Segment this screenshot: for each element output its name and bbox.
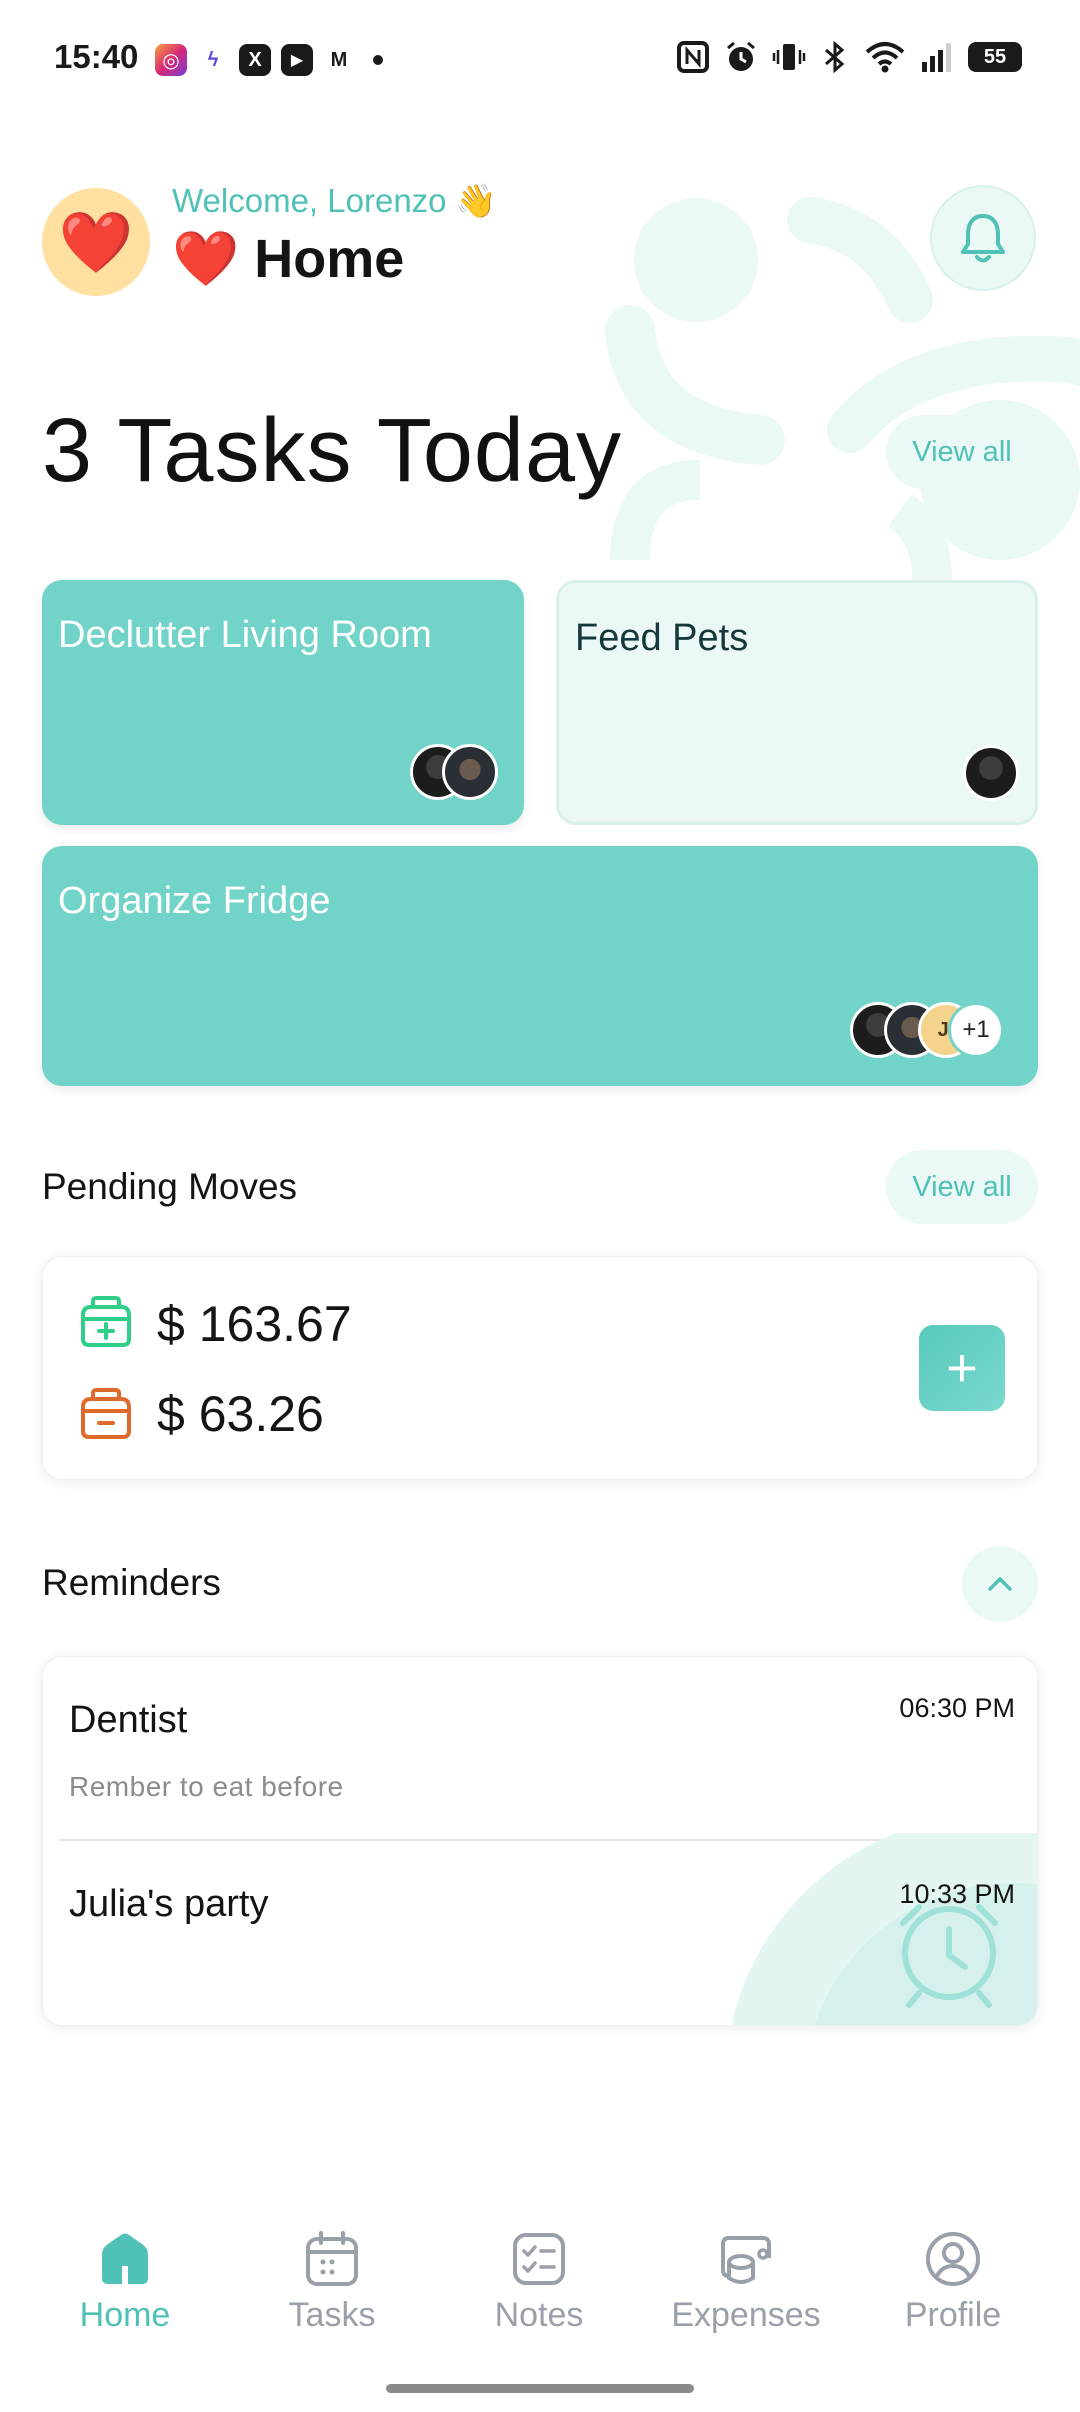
assignee-avatar (442, 744, 498, 800)
task-card[interactable]: Feed Pets (556, 580, 1038, 825)
reminders-panel: Dentist 06:30 PM Rember to eat before Ju… (42, 1656, 1038, 2026)
wifi-icon (865, 42, 905, 73)
expense-amount: $ 63.26 (157, 1386, 324, 1442)
bluetooth-icon (825, 40, 845, 74)
page-title: ❤️ Home (172, 229, 405, 289)
more-dot-icon (373, 55, 383, 65)
income-amount: $ 163.67 (157, 1296, 352, 1352)
add-move-button[interactable]: + (919, 1325, 1005, 1411)
more-assignees-badge: +1 (948, 1002, 1004, 1058)
nav-label: Notes (494, 2296, 584, 2334)
messenger-icon: ϟ (197, 44, 229, 76)
gmail-icon: M (323, 44, 355, 76)
avatar[interactable]: ❤️ (42, 188, 150, 296)
task-card[interactable]: Declutter Living Room (42, 580, 524, 825)
tasks-heading: 3 Tasks Today (42, 401, 623, 501)
x-icon: X (239, 44, 271, 76)
nav-home[interactable]: Home (35, 2230, 215, 2335)
nav-label: Home (79, 2296, 171, 2334)
youtube-icon: ▶ (281, 44, 313, 76)
tasks-view-all-button[interactable]: View all (886, 415, 1038, 489)
nav-label: Profile (904, 2296, 1002, 2334)
reminders-collapse-button[interactable] (962, 1546, 1038, 1622)
reminder-time: 10:33 PM (899, 1879, 1015, 1909)
pending-moves-view-all-button[interactable]: View all (886, 1150, 1038, 1224)
chevron-up-icon (988, 1577, 1012, 1591)
signal-icon (922, 43, 951, 72)
battery-indicator: 55 (968, 42, 1022, 72)
task-card[interactable]: Organize Fridge JI +1 (42, 846, 1038, 1086)
alarm-icon (727, 41, 755, 71)
status-time: 15:40 (54, 38, 139, 75)
status-app-icons: ◎ ϟ X ▶ M (155, 44, 383, 76)
nav-profile[interactable]: Profile (863, 2230, 1043, 2335)
income-box-icon (81, 1296, 131, 1347)
task-title: Organize Fridge (58, 880, 331, 922)
reminder-title: Dentist (69, 1699, 188, 1741)
reminder-item[interactable]: Dentist 06:30 PM Rember to eat before (43, 1657, 1037, 1839)
reminder-item[interactable]: Julia's party 10:33 PM (43, 1841, 1037, 2025)
reminder-note: Rember to eat before (69, 1771, 344, 1802)
pending-moves-panel: $ 163.67 $ 63.26 + (42, 1256, 1038, 1480)
nav-label: Expenses (671, 2296, 821, 2334)
expense-box-icon (81, 1388, 131, 1439)
home-icon (102, 2233, 148, 2284)
profile-icon (926, 2232, 980, 2286)
nfc-icon (677, 41, 709, 73)
vibrate-icon (772, 44, 806, 70)
welcome-text: Welcome, Lorenzo 👋 (172, 182, 497, 219)
home-indicator[interactable] (386, 2384, 694, 2393)
nav-notes[interactable]: Notes (449, 2230, 629, 2335)
assignee-avatar (963, 745, 1019, 801)
nav-expenses[interactable]: Expenses (656, 2230, 836, 2335)
coins-icon (721, 2236, 771, 2284)
reminder-time: 06:30 PM (899, 1693, 1015, 1723)
checklist-icon (513, 2233, 565, 2285)
calendar-icon (306, 2231, 358, 2286)
reminders-title: Reminders (42, 1562, 221, 1603)
instagram-icon: ◎ (155, 44, 187, 76)
status-system-icons: 55 (676, 40, 1022, 74)
reminder-title: Julia's party (69, 1883, 269, 1925)
task-title: Declutter Living Room (58, 614, 432, 656)
nav-tasks[interactable]: Tasks (242, 2230, 422, 2335)
task-title: Feed Pets (575, 617, 749, 659)
nav-label: Tasks (288, 2296, 376, 2334)
pending-moves-title: Pending Moves (42, 1166, 298, 1207)
bell-icon (961, 214, 1005, 263)
notifications-button[interactable] (930, 185, 1036, 291)
